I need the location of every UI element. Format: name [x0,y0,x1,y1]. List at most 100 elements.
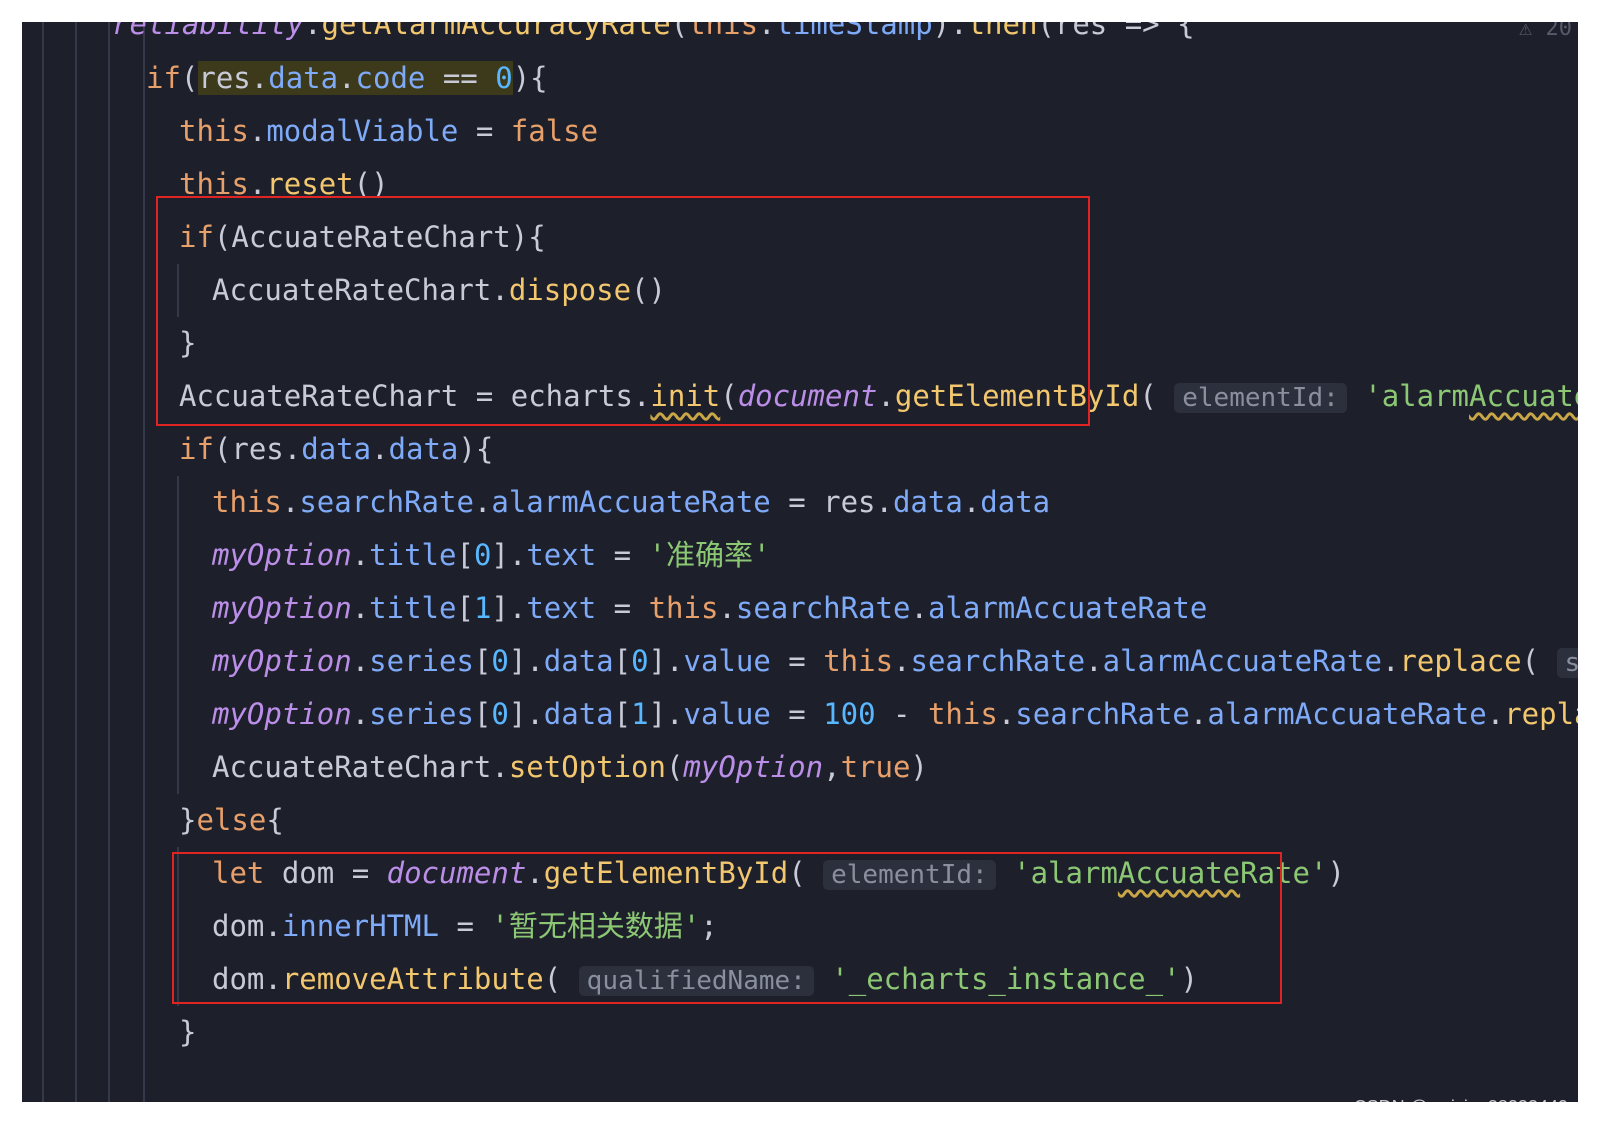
code-token: . [351,538,370,572]
code-token: = [596,591,649,625]
code-token: = [770,697,824,731]
code-token: . [281,485,300,519]
code-token: Accuate [1469,379,1578,413]
code-token: 0 [473,538,492,572]
code-token: res. [198,61,269,95]
code-token: data [268,61,339,95]
code-token: . [1085,644,1103,678]
code-line[interactable]: this.searchRate.alarmAccuateRate = res.d… [22,476,1050,529]
code-token: searchRate [1015,697,1190,731]
code-token: [ [456,538,474,572]
code-token: myOption [212,591,352,625]
code-token: false [510,114,599,148]
code-token: . [1381,644,1400,678]
code-token: [ [456,591,474,625]
code-token: ]. [648,644,684,678]
code-token: = res. [770,485,893,519]
code-token: this [212,485,282,519]
code-token: . [997,697,1016,731]
code-token: this [927,697,998,731]
code-token: . [351,697,370,731]
code-token: 0 [491,644,509,678]
code-token: . [338,61,356,95]
code-token: [ [473,697,492,731]
code-token: . [351,591,370,625]
code-line[interactable]: if(res.data.code == 0){ [22,52,548,105]
code-token: series [369,697,474,731]
code-line[interactable]: myOption.series[0].data[1].value = 100 -… [22,688,1578,741]
code-token: data [388,432,459,466]
code-line[interactable]: myOption.title[0].text = '准确率' [22,529,770,582]
code-token: . [962,485,981,519]
code-token: ). [932,22,968,41]
code-line[interactable]: this.modalViable = false [22,105,598,158]
highlight-box-else-branch [172,852,1282,1004]
code-token: data [892,485,963,519]
code-line[interactable]: if(res.data.data){ [22,423,493,476]
code-token: then [967,22,1038,41]
code-token: myOption [212,644,352,678]
code-token: . [371,432,389,466]
code-token: ]. [648,697,684,731]
code-token: ( [665,750,684,784]
code-token: ]. [508,644,544,678]
code-token: ){ [512,61,548,95]
code-token: == [425,61,496,95]
code-token: data [543,644,614,678]
code-token: replace [1504,697,1578,731]
code-token: 0 [495,61,513,95]
code-token: 1 [473,591,492,625]
highlight-box-dispose-init [156,196,1090,426]
code-line[interactable]: }else{ [22,794,284,847]
code-token: ) [1327,856,1345,890]
code-token: . [248,114,267,148]
code-token: , [823,750,841,784]
code-token: ( [1139,379,1175,413]
code-token: getAlarmAccuracyRate [321,22,671,41]
code-token: text [526,591,597,625]
code-line[interactable]: myOption.title[1].text = this.searchRate… [22,582,1207,635]
code-token: searchRate [299,485,474,519]
warning-indicator[interactable]: ⚠ 20 [1519,22,1572,41]
code-token: ]. [508,697,544,731]
code-token: ( [1521,644,1557,678]
code-token: . [893,644,911,678]
code-token: alarmAccuateRate [927,591,1208,625]
warning-icon: ⚠ 20 [1519,22,1572,41]
code-line[interactable]: reliability.getAlarmAccuracyRate(this.ti… [22,22,1195,51]
code-token: . [758,22,776,41]
code-token: value [683,644,771,678]
code-token: data [301,432,372,466]
code-token: this [688,22,759,41]
code-line[interactable]: } [22,1006,196,1059]
code-token: series [369,644,474,678]
code-token: '准确率' [648,538,771,572]
code-token: value [683,697,771,731]
parameter-hint: elementId: [1174,383,1347,413]
code-token: this [823,644,894,678]
code-token: AccuateRateChart. [212,750,509,784]
code-token: myOption [212,538,352,572]
code-token: else [196,803,267,837]
code-token: data [980,485,1051,519]
code-token: = [596,538,649,572]
code-editor[interactable]: reliability.getAlarmAccuracyRate(this.ti… [22,22,1578,1102]
code-token: 0 [491,697,509,731]
code-token: true [840,750,911,784]
code-token: modalViable [266,114,459,148]
code-line[interactable]: AccuateRateChart.setOption(myOption,true… [22,741,928,794]
code-token: } [179,803,197,837]
code-token: = [458,114,511,148]
code-token: if [146,61,181,95]
code-token: . [1189,697,1208,731]
code-token: } [179,1015,197,1049]
code-token: ( [670,22,689,41]
parameter-hint: searchValue: [1556,648,1578,678]
code-token: [ [613,644,632,678]
code-token: alarmAccuateRate [1102,644,1382,678]
code-token: text [526,538,597,572]
code-line[interactable]: myOption.series[0].data[0].value = this.… [22,635,1578,688]
code-token: myOption [683,750,824,784]
watermark: CSDN @weixin_38233449 [1353,1097,1568,1117]
